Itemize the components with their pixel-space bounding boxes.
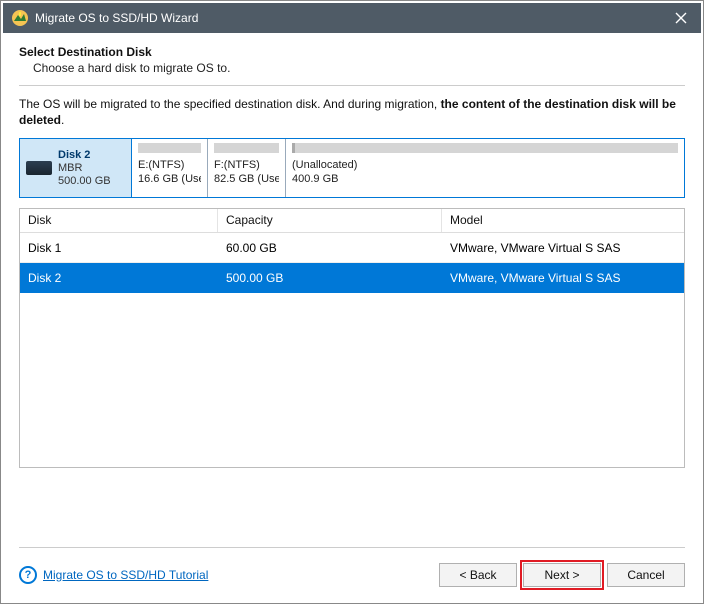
cell-capacity: 500.00 GB (218, 271, 442, 285)
table-row[interactable]: Disk 2 500.00 GB VMware, VMware Virtual … (20, 263, 684, 293)
partition-unallocated[interactable]: (Unallocated) 400.9 GB (286, 139, 684, 197)
back-button[interactable]: < Back (439, 563, 517, 587)
page-subheading: Choose a hard disk to migrate OS to. (33, 61, 685, 75)
partition-e[interactable]: E:(NTFS) 16.6 GB (Used (132, 139, 208, 197)
window-title: Migrate OS to SSD/HD Wizard (35, 11, 661, 25)
disk-header-block[interactable]: Disk 2 MBR 500.00 GB (20, 139, 132, 197)
warning-suffix: . (61, 113, 64, 127)
cell-model: VMware, VMware Virtual S SAS (442, 271, 684, 285)
disk-table: Disk Capacity Model Disk 1 60.00 GB VMwa… (19, 208, 685, 468)
disk-style: MBR (58, 162, 111, 175)
hard-disk-icon (26, 161, 52, 175)
table-header: Disk Capacity Model (20, 209, 684, 233)
disk-size: 500.00 GB (58, 175, 111, 188)
warning-prefix: The OS will be migrated to the specified… (19, 97, 441, 111)
titlebar: Migrate OS to SSD/HD Wizard (3, 3, 701, 33)
footer: ? Migrate OS to SSD/HD Tutorial < Back N… (19, 547, 685, 591)
tutorial-link[interactable]: Migrate OS to SSD/HD Tutorial (43, 568, 433, 582)
cell-model: VMware, VMware Virtual S SAS (442, 241, 684, 255)
col-header-capacity[interactable]: Capacity (218, 209, 442, 232)
partition-size: 82.5 GB (Used (214, 173, 279, 185)
app-icon (11, 9, 29, 27)
partition-size: 400.9 GB (292, 173, 678, 185)
warning-text: The OS will be migrated to the specified… (19, 96, 685, 128)
partition-size: 16.6 GB (Used (138, 173, 201, 185)
partition-f[interactable]: F:(NTFS) 82.5 GB (Used (208, 139, 286, 197)
partition-label: F:(NTFS) (214, 159, 279, 172)
col-header-model[interactable]: Model (442, 209, 684, 232)
cancel-button[interactable]: Cancel (607, 563, 685, 587)
cell-capacity: 60.00 GB (218, 241, 442, 255)
partition-label: (Unallocated) (292, 159, 678, 172)
disk-visual: Disk 2 MBR 500.00 GB E:(NTFS) 16.6 GB (U… (19, 138, 685, 198)
partition-label: E:(NTFS) (138, 159, 201, 172)
disk-name: Disk 2 (58, 149, 111, 162)
next-button[interactable]: Next > (523, 563, 601, 587)
cell-disk: Disk 2 (20, 271, 218, 285)
table-row[interactable]: Disk 1 60.00 GB VMware, VMware Virtual S… (20, 233, 684, 263)
cell-disk: Disk 1 (20, 241, 218, 255)
help-icon[interactable]: ? (19, 566, 37, 584)
page-heading: Select Destination Disk (19, 45, 685, 59)
col-header-disk[interactable]: Disk (20, 209, 218, 232)
divider (19, 85, 685, 86)
close-button[interactable] (661, 3, 701, 33)
